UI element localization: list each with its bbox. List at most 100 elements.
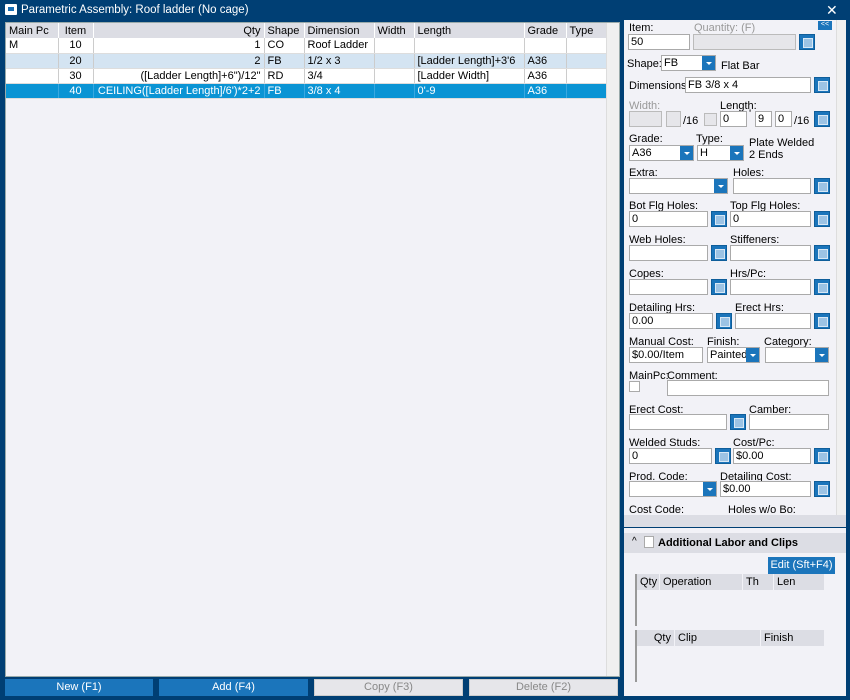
table-row[interactable]: 30 ([Ladder Length]+6")/12" RD 3/4 [Ladder W… [6,68,607,84]
stiffeners-input[interactable] [730,245,811,261]
formula-icon[interactable] [711,245,727,261]
cell-main-pc[interactable]: M [6,38,59,54]
item-input[interactable]: 50 [628,34,690,50]
cell-type[interactable] [566,53,607,69]
col-item[interactable]: Item [58,23,94,38]
extra-select[interactable] [629,178,728,194]
mainpc-checkbox[interactable] [629,381,640,392]
col-width[interactable]: Width [374,23,415,38]
length-feet-input[interactable]: 0 [720,111,747,127]
finish-select[interactable]: Painted [707,347,760,363]
manual-cost-input[interactable]: $0.00/Item [629,347,703,363]
col-qty[interactable]: Qty [637,630,674,646]
table-row[interactable]: 40 CEILING([Ladder Length]/6')*2+2 FB 3/8 x… [6,83,607,99]
cell-item[interactable]: 40 [58,83,94,99]
cell-length[interactable]: 0'-9 [414,83,525,99]
shape-select[interactable]: FB [661,55,716,71]
top-flg-holes-input[interactable]: 0 [730,211,811,227]
col-type[interactable]: Type [566,23,607,38]
cell-dimension[interactable]: 3/8 x 4 [304,83,375,99]
col-length[interactable]: Length [414,23,525,38]
holes-input[interactable] [733,178,811,194]
formula-icon[interactable] [716,313,732,329]
cell-length[interactable]: [Ladder Length]+3'6 [414,53,525,69]
cell-grade[interactable]: A36 [524,68,567,84]
cell-qty[interactable]: ([Ladder Length]+6")/12" [93,68,265,84]
table-row[interactable]: 20 2 FB 1/2 x 3 [Ladder Length]+3'6 A36 [6,53,607,69]
collapse-caret-icon[interactable]: ^ [632,536,637,547]
edit-labor-button[interactable]: Edit (Sft+F4) [768,557,835,574]
grade-select[interactable]: A36 [629,145,694,161]
detailing-cost-input[interactable]: $0.00 [720,481,811,497]
formula-icon[interactable] [814,481,830,497]
cell-grade[interactable] [524,38,567,54]
collapse-button[interactable]: << [818,21,832,30]
formula-icon[interactable] [814,245,830,261]
col-dimension[interactable]: Dimension [304,23,375,38]
cell-main-pc[interactable] [6,53,59,69]
formula-icon[interactable] [814,178,830,194]
col-grade[interactable]: Grade [524,23,567,38]
cost-pc-input[interactable]: $0.00 [733,448,811,464]
col-main-pc[interactable]: Main Pc [6,23,59,38]
copy-button[interactable]: Copy (F3) [314,679,463,696]
cell-qty[interactable]: 1 [93,38,265,54]
cell-main-pc[interactable] [6,83,59,99]
formula-icon[interactable] [711,279,727,295]
cell-dimension[interactable]: Roof Ladder [304,38,375,54]
cell-shape[interactable]: RD [264,68,305,84]
length-inches-input[interactable]: 9 [755,111,772,127]
table-row[interactable]: M 10 1 CO Roof Ladder [6,38,607,54]
comment-input[interactable] [667,380,829,396]
formula-icon[interactable] [814,111,830,127]
formula-icon[interactable] [715,448,731,464]
col-clip[interactable]: Clip [675,630,760,646]
col-th[interactable]: Th [743,574,773,590]
section-header[interactable]: ^ Additional Labor and Clips [624,533,846,553]
cell-item[interactable]: 20 [58,53,94,69]
col-qty[interactable]: Qty [637,574,659,590]
formula-icon[interactable] [814,448,830,464]
col-len[interactable]: Len [774,574,824,590]
col-finish[interactable]: Finish [761,630,824,646]
formula-icon[interactable] [814,77,830,93]
detailing-hrs-input[interactable]: 0.00 [629,313,713,329]
cell-length[interactable] [414,38,525,54]
length-fraction-input[interactable]: 0 [775,111,792,127]
dimensions-input[interactable]: FB 3/8 x 4 [685,77,811,93]
formula-icon[interactable] [799,34,815,50]
cell-dimension[interactable]: 1/2 x 3 [304,53,375,69]
cell-width[interactable] [374,38,415,54]
cell-shape[interactable]: CO [264,38,305,54]
add-button[interactable]: Add (F4) [159,679,308,696]
close-icon[interactable]: ✕ [826,2,838,19]
camber-input[interactable] [749,414,829,430]
cell-length[interactable]: [Ladder Width] [414,68,525,84]
formula-icon[interactable] [814,211,830,227]
erect-cost-input[interactable] [629,414,727,430]
parts-grid[interactable]: Main Pc Item Qty Shape Dimension Width L… [5,22,620,677]
cell-shape[interactable]: FB [264,83,305,99]
cell-grade[interactable]: A36 [524,83,567,99]
col-shape[interactable]: Shape [264,23,305,38]
cell-width[interactable] [374,53,415,69]
cell-main-pc[interactable] [6,68,59,84]
cell-item[interactable]: 10 [58,38,94,54]
cell-width[interactable] [374,68,415,84]
formula-icon[interactable] [814,313,830,329]
cell-grade[interactable]: A36 [524,53,567,69]
cell-qty[interactable]: 2 [93,53,265,69]
new-button[interactable]: New (F1) [5,679,153,696]
formula-icon[interactable] [711,211,727,227]
bot-flg-holes-input[interactable]: 0 [629,211,708,227]
prod-code-select[interactable] [629,481,717,497]
col-qty[interactable]: Qty [93,23,265,38]
cell-type[interactable] [566,68,607,84]
cell-type[interactable] [566,38,607,54]
copes-input[interactable] [629,279,708,295]
cell-dimension[interactable]: 3/4 [304,68,375,84]
cell-type[interactable] [566,83,607,99]
delete-button[interactable]: Delete (F2) [469,679,618,696]
welded-studs-input[interactable]: 0 [629,448,712,464]
cell-shape[interactable]: FB [264,53,305,69]
